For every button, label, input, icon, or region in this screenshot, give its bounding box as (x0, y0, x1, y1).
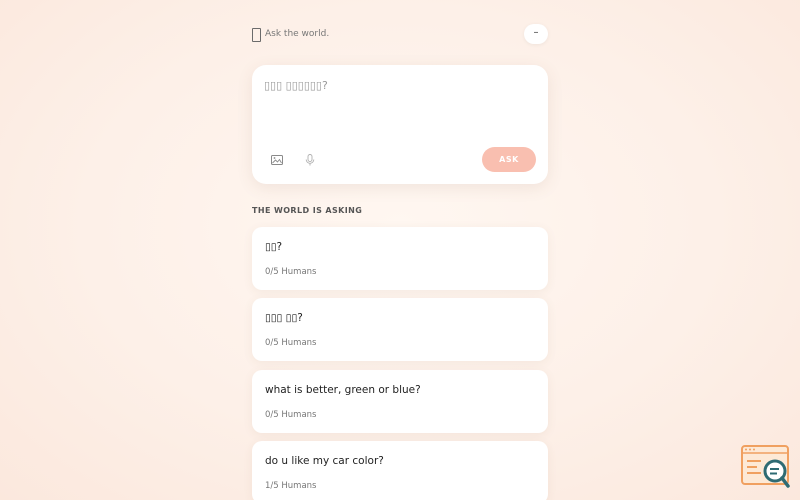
question-responses: 1/5 Humans (265, 481, 317, 491)
question-responses: 0/5 Humans (265, 267, 317, 277)
question-card[interactable]: ▯▯▯ ▯▯? 0/5 Humans (252, 298, 548, 361)
question-card[interactable]: what is better, green or blue? 0/5 Human… (252, 370, 548, 433)
microphone-icon[interactable] (303, 153, 317, 167)
ask-button[interactable]: ASK (482, 147, 536, 172)
section-title: THE WORLD IS ASKING (252, 206, 363, 215)
ask-card: ASK (252, 65, 548, 184)
question-text: what is better, green or blue? (265, 384, 421, 396)
question-responses: 0/5 Humans (265, 410, 317, 420)
search-badge-icon[interactable] (741, 445, 791, 490)
question-text: ▯▯? (265, 241, 283, 253)
logo-icon (252, 28, 261, 42)
question-input[interactable] (264, 79, 534, 92)
menu-button[interactable]: – (524, 24, 548, 44)
question-card[interactable]: do u like my car color? 1/5 Humans (252, 441, 548, 500)
tagline: Ask the world. (265, 29, 330, 39)
question-card[interactable]: ▯▯? 0/5 Humans (252, 227, 548, 290)
question-responses: 0/5 Humans (265, 338, 317, 348)
question-text: do u like my car color? (265, 455, 384, 467)
header: Ask the world. – (252, 24, 548, 48)
question-text: ▯▯▯ ▯▯? (265, 312, 303, 324)
image-icon[interactable] (270, 153, 284, 167)
